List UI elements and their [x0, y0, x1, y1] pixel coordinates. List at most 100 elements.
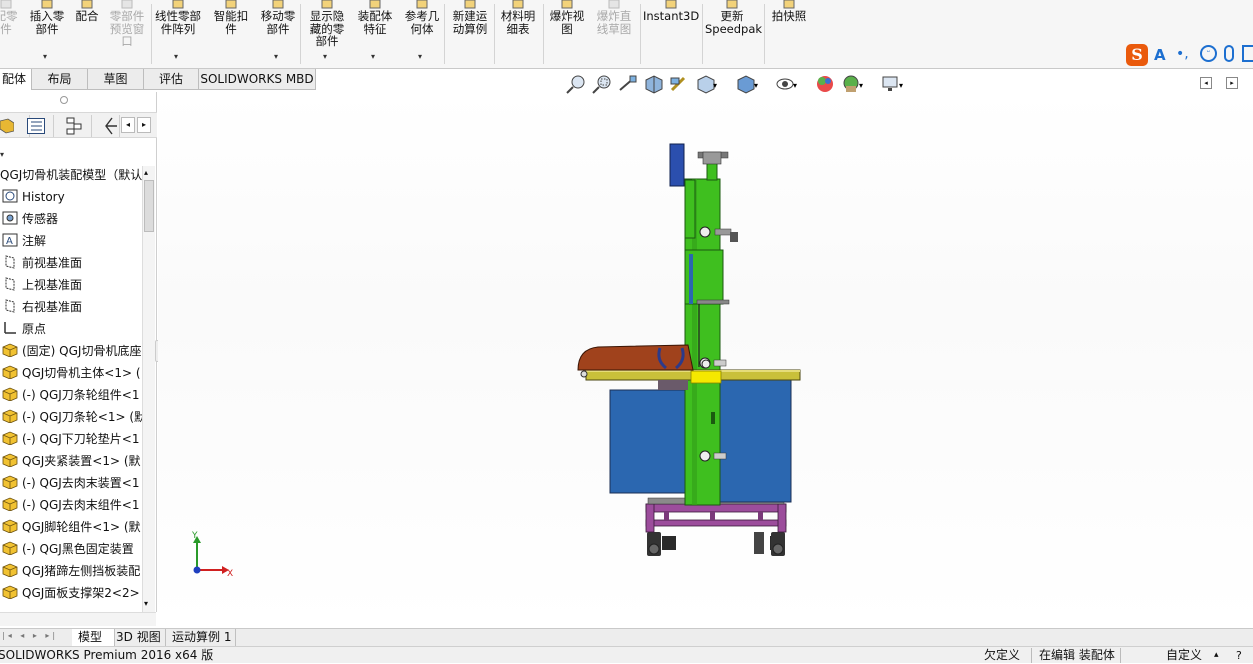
units-dropdown-icon[interactable]: ▴	[1214, 647, 1219, 664]
ribbon-button-speedpak[interactable]: 更新 Speedpak	[705, 0, 762, 66]
property-manager-tab-icon[interactable]	[20, 115, 54, 137]
apply-scene-icon[interactable]: ▾	[840, 74, 864, 94]
edit-appearance-icon[interactable]	[814, 74, 838, 94]
ribbon-button-explode[interactable]: 爆炸视 图	[546, 0, 588, 66]
previous-view-icon[interactable]	[616, 74, 640, 94]
tree-item-component[interactable]: (-) QGJ去肉末组件<1	[0, 494, 142, 516]
bottom-tab-0[interactable]: 模型	[72, 629, 116, 646]
scroll-down-icon[interactable]: ▾	[144, 599, 148, 608]
tree-item-component[interactable]: (-) QGJ黑色固定装置	[0, 538, 142, 560]
ribbon-button-motion[interactable]: 新建运 动算例	[448, 0, 492, 66]
help-icon[interactable]: ?	[1236, 647, 1242, 664]
ribbon-button-move[interactable]: 移动零 部件 ▾	[256, 0, 300, 66]
tree-item-history[interactable]: History	[0, 186, 142, 208]
bottom-tab-bar: |◂ ◂ ▸ ▸| 模型 3D 视图 运动算例 1	[0, 628, 1253, 646]
ribbon-button-bom[interactable]: 材料明 细表	[499, 0, 537, 66]
ribbon-button-showhide[interactable]: 显示隐 藏的零 部件 ▾	[306, 0, 348, 66]
tree-item-component[interactable]: QGJ猪蹄左侧挡板装配	[0, 560, 142, 582]
status-units-select[interactable]: 自定义	[1166, 647, 1202, 664]
ribbon-button-insert[interactable]: 插入零 部件 ▾	[26, 0, 68, 66]
dropdown-arrow-icon[interactable]: ▾	[274, 51, 278, 64]
tree-item-plane[interactable]: 上视基准面	[0, 274, 142, 296]
tree-item-component[interactable]: (-) QGJ下刀轮垫片<1	[0, 428, 142, 450]
tree-item-component[interactable]: (-) QGJ刀条轮<1> (默	[0, 406, 142, 428]
ribbon-button-preview[interactable]: 零部件 预览窗 口	[106, 0, 148, 66]
ribbon-separator	[702, 4, 703, 64]
tab-3[interactable]: 评估	[143, 69, 199, 90]
ribbon-button-refgeom[interactable]: 参考几 何体 ▾	[402, 0, 442, 66]
zoom-to-fit-icon[interactable]	[564, 74, 588, 94]
tree-item-label: (固定) QGJ切骨机底座	[22, 344, 142, 358]
tree-item-sensor[interactable]: 传感器	[0, 208, 142, 230]
dropdown-arrow-icon[interactable]: ▾	[418, 51, 422, 64]
ime-more-icon[interactable]	[1242, 45, 1253, 62]
configuration-manager-tab-icon[interactable]	[56, 115, 92, 137]
tab-scroll-left-icon[interactable]: ◂	[121, 117, 135, 133]
showhide-icon	[321, 0, 333, 9]
hide-show-items-icon[interactable]: ▾	[774, 74, 798, 94]
tree-item-origin[interactable]: 原点	[0, 318, 142, 340]
ribbon-button-instant3d[interactable]: Instant3D	[643, 0, 699, 66]
tree-item-component[interactable]: (-) QGJ刀条轮组件<1	[0, 384, 142, 406]
triad-y-label: Y	[191, 531, 198, 541]
bottom-tab-2[interactable]: 运动算例 1	[168, 629, 237, 646]
tree-item-label: (-) QGJ去肉末组件<1	[22, 498, 140, 512]
ime-voice-icon[interactable]	[1224, 45, 1234, 62]
ime-punctuation-icon[interactable]: •,	[1176, 46, 1189, 62]
tree-item-component[interactable]: QGJ夹紧装置<1> (默	[0, 450, 142, 472]
bottom-tab-1[interactable]: 3D 视图	[112, 629, 166, 646]
dropdown-arrow-icon[interactable]: ▾	[43, 51, 47, 64]
ime-english-mode-icon[interactable]: A	[1154, 46, 1166, 64]
tree-item-plane[interactable]: 右视基准面	[0, 296, 142, 318]
scroll-thumb[interactable]	[144, 180, 154, 232]
tab-scroll-right-icon[interactable]: ▸	[137, 117, 151, 133]
section-view-icon[interactable]	[642, 74, 666, 94]
plane-icon	[5, 255, 15, 269]
band-saw-model[interactable]: Y X	[158, 92, 1253, 628]
ribbon-separator	[764, 4, 765, 64]
tab-4[interactable]: SOLIDWORKS MBD	[198, 69, 316, 90]
dropdown-arrow-icon[interactable]: ▾	[323, 51, 327, 64]
ribbon-button-pattern[interactable]: 线性零部 件阵列 ▾	[152, 0, 204, 66]
panel-collapse-handle[interactable]	[60, 96, 68, 104]
view-orientation-icon[interactable]: ▾	[694, 74, 718, 94]
hscroll-bar[interactable]	[0, 612, 156, 626]
tab-2[interactable]: 草图	[87, 69, 144, 90]
dropdown-arrow-icon[interactable]: ▾	[174, 51, 178, 64]
tree-item-annotation[interactable]: A 注解	[0, 230, 142, 252]
ribbon-button-fastener[interactable]: 智能扣 件	[210, 0, 252, 66]
zoom-to-area-icon[interactable]	[590, 74, 614, 94]
tab-0[interactable]: 配体	[0, 69, 32, 90]
tree-item-plane[interactable]: 前视基准面	[0, 252, 142, 274]
dynamic-annotation-icon[interactable]	[668, 74, 692, 94]
tree-root-assembly[interactable]: QGJ切骨机装配模型（默认	[0, 164, 142, 186]
view-settings-icon[interactable]: ▾	[880, 74, 904, 94]
ribbon-button-label: 装配体 特征	[357, 9, 393, 36]
ribbon-button-feature[interactable]: 装配体 特征 ▾	[356, 0, 394, 66]
display-style-icon[interactable]: ▾	[734, 74, 758, 94]
tree-item-component[interactable]: (固定) QGJ切骨机底座	[0, 340, 142, 362]
ribbon-button-mate[interactable]: 配合	[74, 0, 100, 66]
expand-viewport-icon[interactable]: ▸	[1226, 77, 1238, 89]
tab-nav-arrows[interactable]: |◂ ◂ ▸ ▸|	[2, 631, 66, 644]
tree-item-component[interactable]: QGJ切骨机主体<1> (	[0, 362, 142, 384]
tree-scrollbar[interactable]: ▴ ▾	[142, 166, 155, 612]
ime-emoji-icon[interactable]: ᵕ	[1200, 45, 1217, 62]
graphics-area[interactable]: Y X	[158, 92, 1253, 628]
tree-item-label: (-) QGJ刀条轮组件<1	[22, 388, 140, 402]
ribbon-button-explodeline[interactable]: 爆炸直 线草图	[593, 0, 635, 66]
dropdown-arrow-icon[interactable]: ▾	[371, 51, 375, 64]
ribbon-button-part[interactable]: 配零 件	[0, 0, 20, 66]
tree-item-component[interactable]: QGJ脚轮组件<1> (默	[0, 516, 142, 538]
tree-item-component[interactable]: (-) QGJ去肉末装置<1	[0, 472, 142, 494]
ribbon-button-snapshot[interactable]: 拍快照	[769, 0, 809, 66]
scroll-up-icon[interactable]: ▴	[144, 168, 148, 177]
dimxpert-tab-icon[interactable]	[94, 115, 120, 137]
svg-text:▾: ▾	[754, 81, 758, 90]
component-icon	[2, 519, 18, 533]
tree-expand-toggle[interactable]: ▾	[0, 150, 4, 159]
sogou-logo-icon[interactable]: S	[1126, 44, 1148, 66]
restore-viewport-icon[interactable]: ◂	[1200, 77, 1212, 89]
tree-item-component[interactable]: QGJ面板支撑架2<2> (默	[0, 582, 142, 604]
tab-1[interactable]: 布局	[31, 69, 88, 90]
